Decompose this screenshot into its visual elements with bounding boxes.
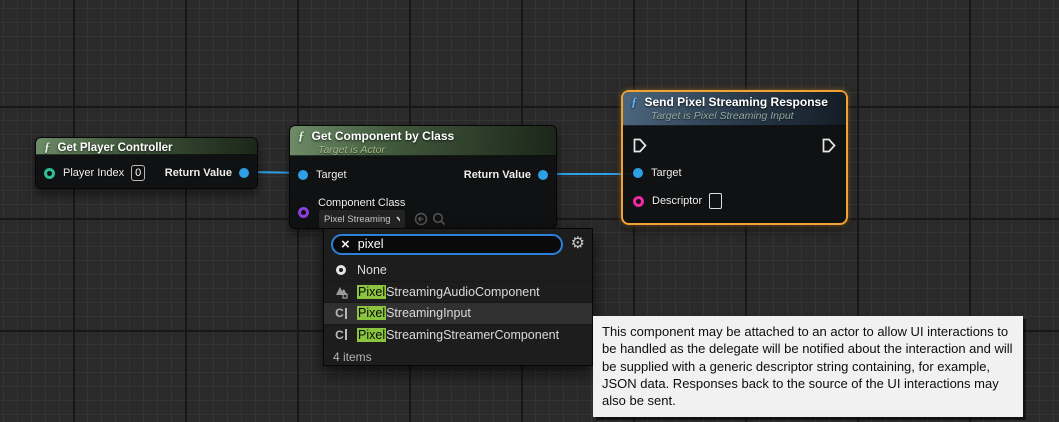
target-pin[interactable] (298, 170, 308, 180)
tooltip-pixelstreaminginput-description: This component may be attached to an act… (593, 316, 1023, 417)
node-header[interactable]: ƒ Get Player Controller (36, 138, 257, 155)
use-selected-asset-icon[interactable] (414, 212, 428, 226)
descriptor-label: Descriptor (652, 195, 702, 207)
target-label: Target (316, 169, 347, 181)
class-search-input[interactable] (358, 237, 553, 251)
node-subtitle: Target is Actor (318, 144, 548, 156)
picker-item-none[interactable]: None (324, 259, 592, 281)
exec-input-pin[interactable] (633, 138, 647, 153)
player-index-pin[interactable] (44, 168, 55, 179)
target-pin[interactable] (633, 168, 643, 178)
node-title: Send Pixel Streaming Response (645, 95, 828, 109)
return-value-pin[interactable] (538, 170, 548, 180)
audio-component-icon (334, 285, 349, 299)
match-highlight: Pixel (357, 306, 386, 320)
component-class-pin[interactable] (298, 207, 309, 218)
function-icon: ƒ (631, 94, 638, 109)
none-icon (336, 265, 346, 275)
node-send-pixel-streaming-response[interactable]: ƒ Send Pixel Streaming Response Target is… (621, 90, 848, 225)
match-highlight: Pixel (357, 328, 386, 342)
component-class-icon: C (335, 328, 347, 342)
player-index-value-field[interactable]: 0 (131, 165, 145, 181)
component-class-icon: C (335, 306, 347, 320)
component-class-dropdown[interactable]: Pixel Streaming (319, 210, 405, 228)
class-picker-dropdown[interactable]: × ⚙ None PixelStreamingAudioComponent C … (323, 228, 593, 366)
browse-search-icon[interactable] (432, 212, 446, 226)
chevron-down-icon (396, 216, 400, 222)
picker-item-label: StreamingInput (386, 306, 471, 320)
match-highlight: Pixel (357, 285, 386, 299)
node-get-component-by-class[interactable]: ƒGet Component by Class Target is Actor … (289, 125, 557, 229)
exec-output-pin[interactable] (822, 138, 836, 153)
class-search-box[interactable]: × (331, 234, 563, 255)
node-header[interactable]: ƒ Send Pixel Streaming Response Target is… (623, 92, 846, 126)
picker-item-label: StreamingAudioComponent (386, 285, 540, 299)
descriptor-pin[interactable] (633, 196, 644, 207)
picker-item-label: None (357, 263, 387, 277)
component-class-value: Pixel Streaming (324, 214, 391, 225)
node-title: Get Player Controller (58, 142, 173, 154)
picker-item-pixelstreamingaudiocomponent[interactable]: PixelStreamingAudioComponent (324, 281, 592, 303)
picker-item-label: StreamingStreamerComponent (386, 328, 559, 342)
return-value-label: Return Value (165, 167, 232, 179)
clear-search-icon[interactable]: × (341, 237, 350, 252)
player-index-label: Player Index (63, 167, 124, 179)
picker-item-count: 4 items (324, 345, 592, 364)
picker-item-pixelstreamingstreamercomponent[interactable]: C PixelStreamingStreamerComponent (324, 324, 592, 346)
blueprint-graph-canvas[interactable]: ƒ Get Player Controller Player Index 0 Re… (0, 0, 1059, 422)
node-title: Get Component by Class (312, 129, 455, 143)
picker-item-pixelstreaminginput[interactable]: C PixelStreamingInput (324, 302, 592, 324)
function-icon: ƒ (44, 139, 51, 154)
return-value-label: Return Value (464, 169, 531, 181)
target-label: Target (651, 167, 682, 179)
node-get-player-controller[interactable]: ƒ Get Player Controller Player Index 0 Re… (35, 137, 258, 189)
return-value-pin[interactable] (239, 168, 249, 178)
component-class-label: Component Class (318, 197, 405, 209)
gear-icon[interactable]: ⚙ (571, 236, 585, 252)
descriptor-value-field[interactable] (709, 193, 722, 209)
function-icon: ƒ (298, 128, 305, 143)
node-header[interactable]: ƒ Get Component by Class Target is Actor (290, 126, 556, 156)
node-subtitle: Target is Pixel Streaming Input (651, 110, 838, 122)
